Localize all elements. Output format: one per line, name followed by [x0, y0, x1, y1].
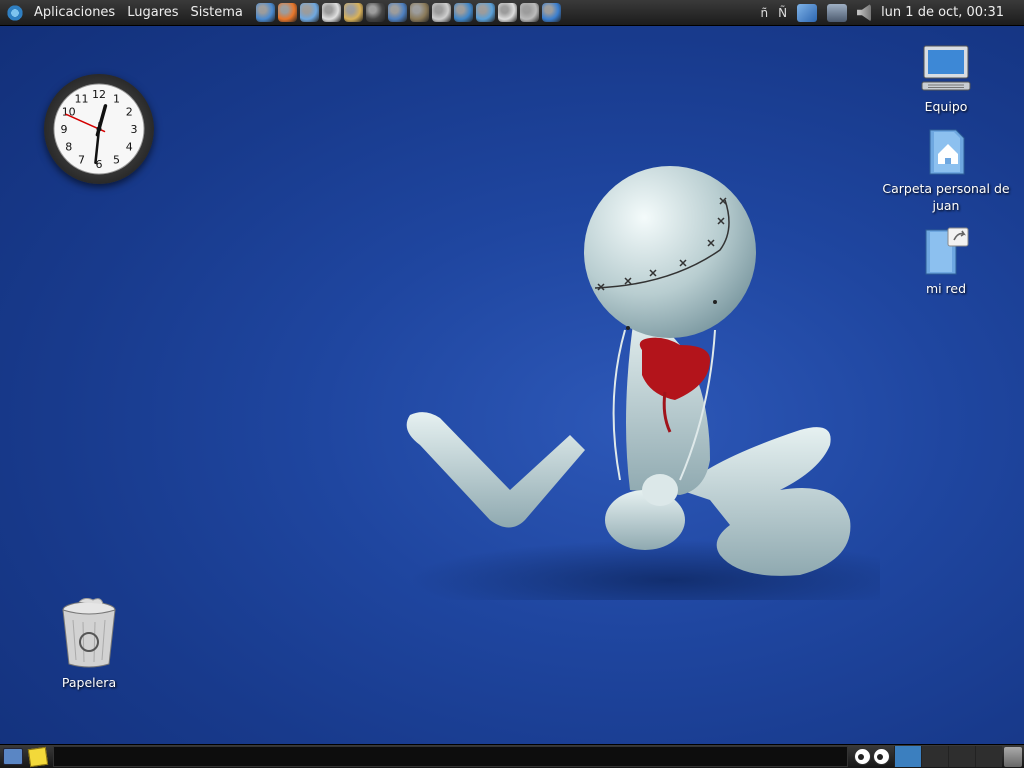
help-icon[interactable] — [542, 3, 562, 22]
edit-icon[interactable] — [432, 3, 452, 22]
notes-icon[interactable] — [322, 3, 342, 22]
keyboard-layout-indicator-caps[interactable]: Ñ — [778, 6, 787, 20]
desktop-icon-network[interactable]: mi red — [871, 226, 1021, 297]
mail-icon[interactable] — [300, 3, 320, 22]
keyboard-layout-indicator[interactable]: ñ — [760, 6, 768, 20]
workspace-4[interactable] — [975, 746, 1002, 767]
desktop-icon-home[interactable]: Carpeta personal de juan — [871, 126, 1021, 214]
clock-number: 11 — [75, 93, 89, 106]
updates-icon[interactable] — [797, 3, 818, 22]
bottom-panel — [0, 744, 1024, 768]
clock-number: 2 — [126, 106, 133, 119]
clock-number: 10 — [62, 106, 76, 119]
bug-icon[interactable] — [366, 3, 386, 22]
home-folder-icon — [929, 129, 965, 175]
sticky-notes-icon[interactable] — [27, 746, 49, 767]
panel-clock[interactable]: lun 1 de oct, 00:31 — [881, 5, 1004, 20]
clock-number: 7 — [78, 153, 85, 166]
geyes-applet — [854, 748, 890, 765]
clock-number: 9 — [61, 123, 68, 136]
volume-icon[interactable] — [857, 3, 872, 22]
places-menu[interactable]: Lugares — [121, 5, 184, 20]
gimp-icon[interactable] — [410, 3, 430, 22]
firefox-icon[interactable] — [278, 3, 298, 22]
window-list[interactable] — [53, 746, 848, 767]
workspace-2[interactable] — [921, 746, 948, 767]
desktop-icon-trash[interactable]: Papelera — [14, 597, 164, 691]
media-icon[interactable] — [388, 3, 408, 22]
eye-icon — [873, 748, 890, 765]
clock-number: 4 — [126, 141, 133, 154]
network-icon[interactable] — [827, 3, 848, 22]
workspace-switcher — [894, 746, 1002, 767]
applications-menu[interactable]: Aplicaciones — [28, 5, 121, 20]
system-menu[interactable]: Sistema — [185, 5, 249, 20]
workspace-3[interactable] — [948, 746, 975, 767]
navigator-icon[interactable] — [476, 3, 496, 22]
globe-icon[interactable] — [256, 3, 276, 22]
launcher-bar — [255, 3, 563, 22]
clock-number: 3 — [131, 123, 138, 136]
tools-icon[interactable] — [498, 3, 518, 22]
bittorrent-icon[interactable] — [454, 3, 474, 22]
top-panel: Aplicaciones Lugares Sistema ñ Ñ lun 1 d… — [0, 0, 1024, 26]
clock-number: 1 — [113, 93, 120, 106]
search-icon[interactable] — [520, 3, 540, 22]
desktop-icon-label: Carpeta personal de juan — [882, 181, 1010, 213]
clock-number: 5 — [113, 153, 120, 166]
desktop-icon-label: Papelera — [61, 675, 117, 690]
analog-clock-widget[interactable]: 12 1 2 3 4 5 6 7 8 9 10 11 — [44, 74, 154, 184]
desktop-icon-computer[interactable]: Equipo — [871, 44, 1021, 115]
desktop-icon-label: mi red — [925, 281, 967, 296]
clock-face: 12 1234567891011 — [53, 83, 145, 175]
desktop-icon-label: Equipo — [924, 99, 968, 114]
show-desktop-icon[interactable] — [3, 748, 23, 765]
trash-icon — [62, 597, 116, 668]
wallpaper-character — [406, 166, 880, 600]
system-tray: ñ Ñ lun 1 de oct, 00:31 — [760, 3, 1024, 22]
trash-applet-icon[interactable] — [1004, 746, 1022, 767]
clock-number: 8 — [65, 141, 72, 154]
chat-icon[interactable] — [344, 3, 364, 22]
network-folder-icon — [925, 227, 969, 275]
eye-icon — [854, 748, 871, 765]
clock-number: 12 — [92, 88, 106, 101]
workspace-1[interactable] — [894, 746, 921, 767]
distro-logo-icon[interactable] — [6, 3, 24, 22]
computer-icon — [921, 45, 971, 91]
